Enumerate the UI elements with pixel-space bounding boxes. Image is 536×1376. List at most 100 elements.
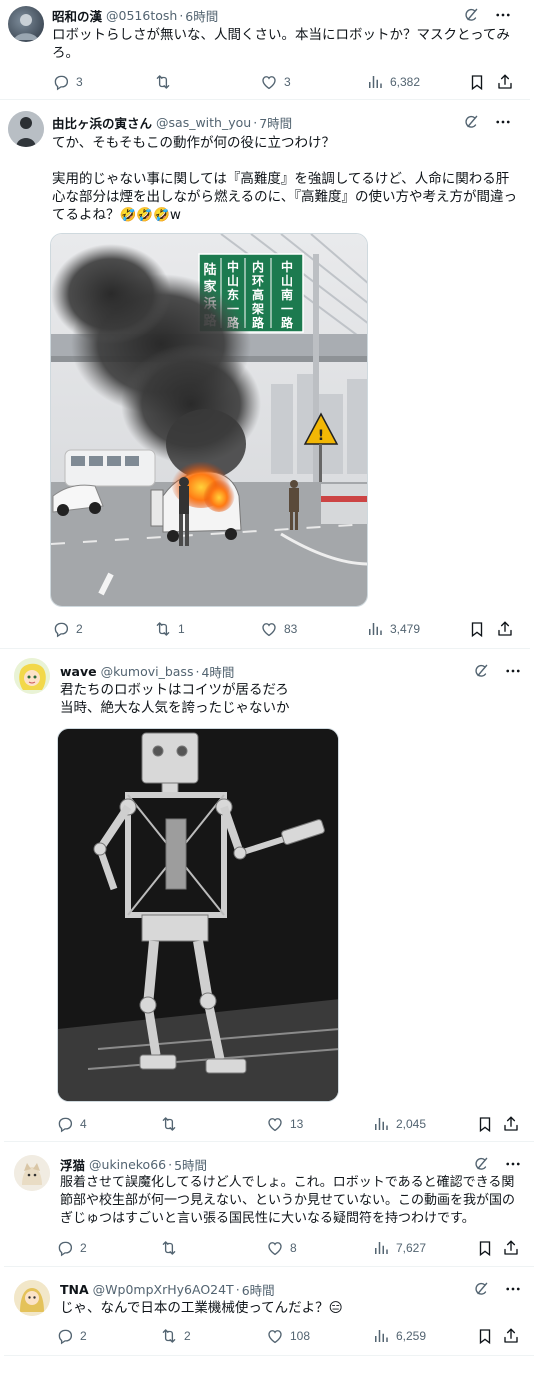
share-button[interactable] [496, 72, 514, 92]
post-time[interactable]: 6時間 [185, 6, 218, 25]
author-handle[interactable]: @Wp0mpXrHy6AO24T [93, 1282, 234, 1297]
post[interactable]: 由比ヶ浜の寅さん @sas_with_you · 7時間 てか、そもそもこの動作… [0, 101, 530, 649]
reply-button[interactable]: 2 [56, 1238, 87, 1258]
repost-button[interactable]: 1 [154, 619, 185, 639]
more-icon[interactable] [494, 113, 512, 131]
grok-icon[interactable] [472, 662, 490, 680]
separator-dot: · [168, 1156, 173, 1172]
grok-icon[interactable] [472, 1280, 490, 1298]
post-image[interactable] [57, 728, 339, 1102]
author-name[interactable]: 昭和の漢 [52, 6, 102, 25]
post-time[interactable]: 5時間 [174, 1155, 207, 1174]
reply-icon [52, 73, 70, 91]
avatar[interactable] [8, 111, 44, 147]
repost-button[interactable] [154, 72, 178, 92]
views-count: 7,627 [396, 1241, 427, 1255]
sign-col3: 内环高架路 [251, 259, 265, 330]
author-handle[interactable]: @sas_with_you [156, 115, 251, 130]
reply-button[interactable]: 4 [56, 1114, 87, 1134]
share-button[interactable] [502, 1326, 520, 1346]
separator-dot: · [195, 663, 200, 679]
author-handle[interactable]: @kumovi_bass [101, 664, 194, 679]
like-button[interactable]: 3 [260, 72, 291, 92]
avatar[interactable] [14, 1155, 50, 1191]
author-handle[interactable]: @0516tosh [106, 8, 177, 23]
avatar[interactable] [14, 1280, 50, 1316]
like-button[interactable]: 83 [260, 619, 297, 639]
reply-count: 2 [76, 622, 83, 636]
author-name[interactable]: 浮猫 [60, 1155, 85, 1174]
action-bar: 2 1 83 3,479 [52, 619, 522, 639]
bookmark-button[interactable] [476, 1114, 494, 1134]
share-button[interactable] [502, 1238, 520, 1258]
post-text: てか、そもそもこの動作が何の役に立つわけ？ 実用的じゃない事に関しては『高難度』… [52, 135, 517, 223]
post-text: ロボットらしさが無いな、人間くさい。本当にロボットか？マスクとってみろ。 [52, 27, 510, 61]
author-name[interactable]: 由比ヶ浜の寅さん [52, 113, 152, 132]
like-button[interactable]: 8 [266, 1238, 297, 1258]
separator-dot: · [253, 114, 258, 130]
repost-icon [154, 620, 172, 638]
sign-col4: 中山南一路 [281, 259, 294, 330]
repost-button[interactable]: 2 [160, 1326, 191, 1346]
repost-icon [154, 73, 172, 91]
action-bar: 2 8 7,627 [56, 1238, 526, 1258]
views-button[interactable]: 2,045 [372, 1114, 426, 1134]
action-bar: 2 2 108 6,259 [56, 1326, 526, 1346]
share-icon [502, 1239, 520, 1257]
like-button[interactable]: 108 [266, 1326, 310, 1346]
reply-icon [56, 1327, 74, 1345]
more-icon[interactable] [504, 662, 522, 680]
views-button[interactable]: 7,627 [372, 1238, 426, 1258]
separator-dot: · [235, 1281, 240, 1297]
author-name[interactable]: TNA [60, 1282, 89, 1297]
post-time[interactable]: 7時間 [259, 113, 292, 132]
grok-icon[interactable] [462, 113, 480, 131]
reply-count: 2 [80, 1241, 87, 1255]
like-count: 13 [290, 1117, 304, 1131]
grok-icon[interactable] [472, 1155, 490, 1173]
more-icon[interactable] [504, 1280, 522, 1298]
post[interactable]: TNA @Wp0mpXrHy6AO24T · 6時間 じゃ、なんで日本の工業機械… [4, 1268, 534, 1356]
like-icon [260, 73, 278, 91]
views-button[interactable]: 6,259 [372, 1326, 426, 1346]
bookmark-button[interactable] [468, 72, 486, 92]
reply-button[interactable]: 2 [56, 1326, 87, 1346]
more-icon[interactable] [504, 1155, 522, 1173]
svg-text:!: ! [318, 428, 324, 444]
views-button[interactable]: 3,479 [366, 619, 420, 639]
like-count: 8 [290, 1241, 297, 1255]
avatar[interactable] [14, 658, 50, 694]
share-button[interactable] [496, 619, 514, 639]
author-handle[interactable]: @ukineko66 [89, 1157, 166, 1172]
grok-icon[interactable] [462, 6, 480, 24]
post[interactable]: 昭和の漢 @0516tosh · 6時間 ロボットらしさが無いな、人間くさい。本… [0, 0, 530, 100]
bookmark-button[interactable] [476, 1326, 494, 1346]
repost-button[interactable] [160, 1114, 184, 1134]
repost-count: 2 [184, 1329, 191, 1343]
post-time[interactable]: 6時間 [242, 1280, 275, 1299]
reply-button[interactable]: 2 [52, 619, 83, 639]
bookmark-button[interactable] [476, 1238, 494, 1258]
share-icon [496, 620, 514, 638]
like-button[interactable]: 13 [266, 1114, 303, 1134]
author-name[interactable]: wave [60, 664, 97, 679]
burning-car-scene: 陆家浜路 中山东一路 内环高架路 中山南一路 ! [51, 234, 367, 606]
views-button[interactable]: 6,382 [366, 72, 420, 92]
repost-icon [160, 1239, 178, 1257]
vintage-robot-photo [58, 729, 338, 1101]
post-text: 君たちのロボットはコイツが居るだろ 当時、絶大な人気を誇ったじゃないか [60, 682, 290, 716]
action-bar: 3 3 6,382 [52, 72, 522, 92]
post-time[interactable]: 4時間 [201, 662, 234, 681]
repost-button[interactable] [160, 1238, 184, 1258]
post-video[interactable]: 陆家浜路 中山东一路 内环高架路 中山南一路 ! [50, 233, 368, 607]
bookmark-button[interactable] [468, 619, 486, 639]
avatar[interactable] [8, 6, 44, 42]
post[interactable]: 浮猫 @ukineko66 · 5時間 服着させて誤魔化してるけど人でしょ。これ… [4, 1143, 534, 1267]
post[interactable]: wave @kumovi_bass · 4時間 君たちのロボットはコイツが居るだ… [4, 650, 534, 1142]
like-icon [266, 1115, 284, 1133]
like-icon [266, 1239, 284, 1257]
reply-button[interactable]: 3 [52, 72, 83, 92]
more-icon[interactable] [494, 6, 512, 24]
share-button[interactable] [502, 1114, 520, 1134]
views-count: 3,479 [390, 622, 421, 636]
